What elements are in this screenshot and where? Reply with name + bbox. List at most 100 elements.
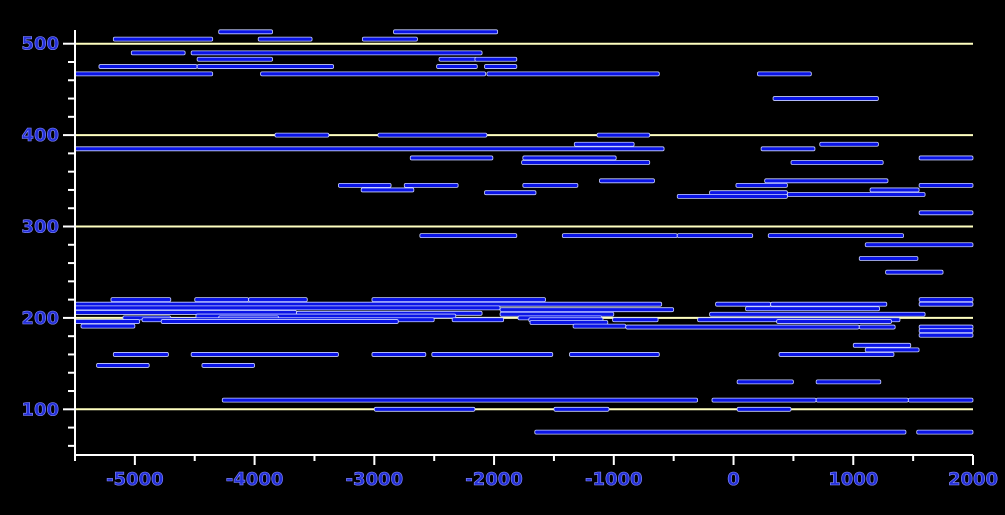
interval-bar [869, 187, 920, 193]
y-tick-label-300: 300 [21, 217, 59, 238]
interval-bar [371, 352, 427, 357]
interval-bar [257, 36, 313, 42]
interval-bar [553, 406, 610, 412]
interval-bar [573, 141, 635, 147]
interval-bar [815, 397, 909, 403]
interval-bar [736, 379, 794, 385]
interval-bar [393, 29, 499, 35]
interval-bar [596, 132, 651, 138]
interval-bar [338, 182, 392, 188]
interval-bar [709, 311, 926, 317]
interval-bar [852, 342, 912, 348]
interval-bar [486, 71, 660, 77]
interval-bar [451, 317, 505, 323]
interval-bar [918, 210, 974, 216]
interval-bar [112, 36, 214, 42]
interval-bar [484, 190, 537, 196]
interval-bar [858, 256, 919, 261]
interval-bar [373, 406, 476, 412]
interval-bar [534, 429, 907, 435]
interval-bar [248, 297, 308, 303]
interval-bar [918, 332, 974, 338]
interval-bars [74, 29, 974, 435]
interval-bar [160, 319, 399, 324]
interval-bar [436, 64, 478, 69]
interval-bar [110, 297, 172, 303]
y-tick-label-200: 200 [21, 308, 59, 329]
interval-bar [74, 146, 665, 152]
range-bar-chart: 100 200 300 400 500 -5000 -4000 -3000 -2000 -1000… [21, 29, 998, 490]
interval-bar [371, 297, 546, 303]
interval-bar [864, 347, 920, 353]
interval-bar [572, 323, 627, 329]
interval-bar [815, 379, 882, 385]
interval-bar [196, 56, 273, 62]
interval-bar [736, 406, 792, 412]
x-tick-label-4: -1000 [585, 469, 643, 490]
y-tick-label-400: 400 [21, 125, 59, 146]
interval-bar [130, 50, 186, 56]
interval-bar [98, 64, 198, 69]
interval-bar [218, 29, 273, 35]
interval-bar [438, 56, 478, 62]
interval-bar [858, 324, 896, 330]
interval-bar [907, 397, 974, 403]
interval-bar [190, 50, 483, 56]
interval-bar [885, 269, 944, 275]
interval-bar [778, 352, 895, 357]
interval-bar [431, 352, 554, 357]
interval-bar [625, 324, 860, 330]
interval-bar [916, 429, 974, 435]
interval-bar [561, 233, 678, 239]
interval-bar [918, 155, 974, 161]
interval-bar [772, 96, 879, 101]
interval-bar [484, 64, 518, 69]
interval-bar [735, 182, 788, 188]
interval-bar [918, 301, 974, 307]
interval-bar [499, 307, 675, 313]
tick-labels: 100 200 300 400 500 -5000 -4000 -3000 -2000 -1000… [21, 33, 998, 490]
interval-bar [201, 363, 255, 368]
x-tick-label-2: -3000 [346, 469, 404, 490]
interval-bar [403, 182, 459, 188]
interval-bar [74, 305, 501, 311]
x-tick-label-6: 1000 [828, 469, 878, 490]
interval-bar [194, 297, 250, 303]
interval-bar [112, 352, 169, 357]
interval-bar [790, 160, 884, 165]
interval-bar [360, 187, 415, 193]
interval-bar [74, 319, 141, 324]
interval-bar [711, 397, 817, 403]
interval-bar [274, 132, 330, 138]
interval-bar [377, 132, 488, 138]
interval-bar [612, 317, 659, 323]
y-tick-label-100: 100 [21, 399, 59, 420]
interval-bar [419, 233, 518, 239]
interval-bar [787, 192, 926, 197]
interval-bar [767, 233, 904, 239]
interval-bar [770, 301, 888, 307]
interval-bar [409, 155, 494, 161]
x-tick-label-3: -2000 [465, 469, 523, 490]
interval-bar [190, 352, 339, 357]
interval-bar [715, 301, 772, 307]
interval-bar [819, 141, 879, 147]
x-tick-label-0: -5000 [106, 469, 164, 490]
interval-bar [80, 323, 136, 329]
interval-bar [676, 193, 788, 199]
interval-bar [196, 64, 335, 69]
interval-bar [776, 319, 892, 324]
interval-bar [599, 178, 655, 184]
interval-bar [676, 233, 754, 239]
interval-bar [745, 306, 881, 312]
interval-bar [521, 160, 651, 165]
interval-bar [522, 155, 617, 161]
interval-bar [96, 363, 150, 368]
x-tick-label-5: 0 [727, 469, 740, 490]
x-tick-label-7: 2000 [948, 469, 998, 490]
interval-bar [260, 71, 487, 77]
interval-bar [864, 242, 974, 248]
interval-bar [361, 36, 418, 42]
x-tick-label-1: -4000 [226, 469, 284, 490]
interval-bar [757, 71, 812, 77]
